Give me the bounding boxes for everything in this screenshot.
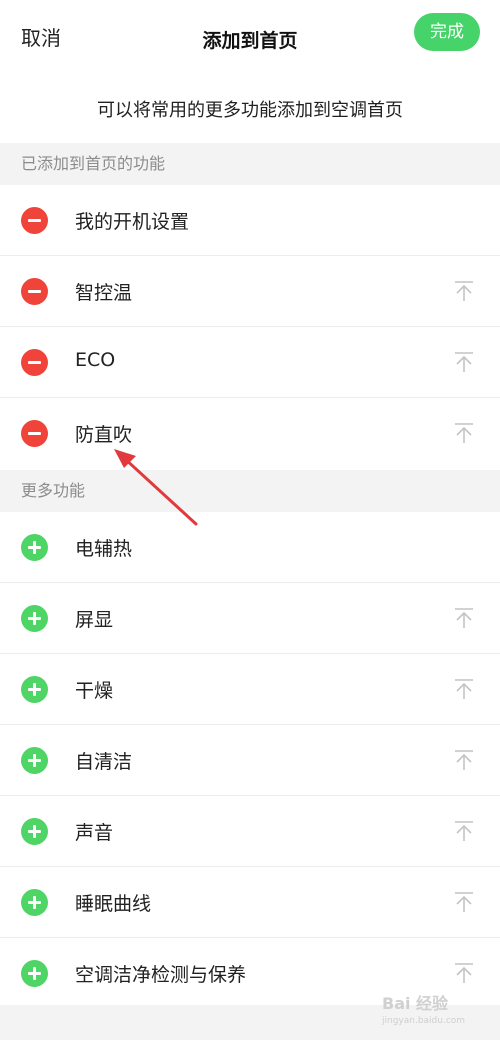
plus-icon <box>28 541 41 554</box>
list-item: ECO <box>0 327 500 398</box>
move-to-top-icon[interactable] <box>452 819 476 843</box>
added-list: 我的开机设置 智控温 ECO 防直吹 <box>0 185 500 469</box>
add-button[interactable] <box>21 605 48 632</box>
plus-icon <box>28 825 41 838</box>
minus-icon <box>28 290 41 293</box>
move-to-top-icon[interactable] <box>452 421 476 445</box>
more-list: 电辅热 屏显 干燥 自清洁 声音 睡眠曲线 空调洁净检测与保养 <box>0 512 500 1009</box>
item-label: ECO <box>75 349 116 371</box>
remove-button[interactable] <box>21 349 48 376</box>
minus-icon <box>28 219 41 222</box>
list-item: 自清洁 <box>0 725 500 796</box>
add-button[interactable] <box>21 747 48 774</box>
item-label: 干燥 <box>75 680 114 702</box>
list-item: 防直吹 <box>0 398 500 469</box>
list-item: 睡眠曲线 <box>0 867 500 938</box>
plus-icon <box>28 612 41 625</box>
add-button[interactable] <box>21 818 48 845</box>
move-to-top-icon[interactable] <box>452 961 476 985</box>
item-label: 智控温 <box>75 282 133 304</box>
add-button[interactable] <box>21 676 48 703</box>
move-to-top-icon[interactable] <box>452 350 476 374</box>
add-button[interactable] <box>21 534 48 561</box>
section-header-more: 更多功能 <box>0 470 500 512</box>
item-label: 我的开机设置 <box>75 211 190 233</box>
plus-icon <box>28 896 41 909</box>
minus-icon <box>28 432 41 435</box>
section-header-added: 已添加到首页的功能 <box>0 143 500 185</box>
remove-button[interactable] <box>21 278 48 305</box>
item-label: 电辅热 <box>75 538 133 560</box>
remove-button[interactable] <box>21 420 48 447</box>
move-to-top-icon[interactable] <box>452 748 476 772</box>
item-label: 自清洁 <box>75 751 133 773</box>
minus-icon <box>28 361 41 364</box>
watermark-logo: Bai 经验 <box>382 994 449 1013</box>
item-label: 屏显 <box>75 609 114 631</box>
list-item: 屏显 <box>0 583 500 654</box>
top-bar: 取消 添加到首页 完成 <box>0 0 500 76</box>
list-item: 智控温 <box>0 256 500 327</box>
list-item: 我的开机设置 <box>0 185 500 256</box>
add-button[interactable] <box>21 960 48 987</box>
plus-icon <box>28 683 41 696</box>
move-to-top-icon[interactable] <box>452 890 476 914</box>
move-to-top-icon[interactable] <box>452 606 476 630</box>
item-label: 睡眠曲线 <box>75 893 152 915</box>
list-item: 电辅热 <box>0 512 500 583</box>
remove-button[interactable] <box>21 207 48 234</box>
list-item: 声音 <box>0 796 500 867</box>
plus-icon <box>28 754 41 767</box>
item-label: 空调洁净检测与保养 <box>75 964 247 986</box>
list-item: 干燥 <box>0 654 500 725</box>
done-button[interactable]: 完成 <box>414 13 480 51</box>
move-to-top-icon[interactable] <box>452 279 476 303</box>
item-label: 声音 <box>75 822 114 844</box>
watermark-url: jingyan.baidu.com <box>382 1016 466 1026</box>
hint-text: 可以将常用的更多功能添加到空调首页 <box>97 100 403 121</box>
move-to-top-icon[interactable] <box>452 677 476 701</box>
watermark: Bai 经验 jingyan.baidu.com <box>382 990 492 1034</box>
add-button[interactable] <box>21 889 48 916</box>
plus-icon <box>28 967 41 980</box>
item-label: 防直吹 <box>75 424 133 446</box>
